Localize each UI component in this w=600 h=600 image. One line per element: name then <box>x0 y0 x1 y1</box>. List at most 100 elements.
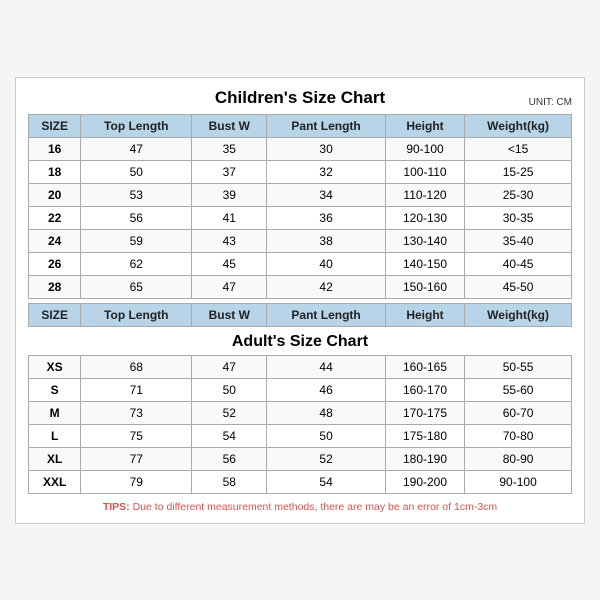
adult-title-row: Adult's Size Chart <box>29 326 572 355</box>
adult-col-top-length: Top Length <box>81 303 192 326</box>
table-cell: 45-50 <box>465 275 572 298</box>
table-cell: 15-25 <box>465 160 572 183</box>
table-cell: 47 <box>192 275 267 298</box>
children-table: SIZE Top Length Bust W Pant Length Heigh… <box>28 114 572 299</box>
table-cell: 190-200 <box>385 470 464 493</box>
table-row: M735248170-17560-70 <box>29 401 572 424</box>
table-cell: 170-175 <box>385 401 464 424</box>
table-cell: 50 <box>81 160 192 183</box>
table-cell: 47 <box>192 355 267 378</box>
table-cell: 100-110 <box>385 160 464 183</box>
table-cell: 80-90 <box>465 447 572 470</box>
table-cell: 77 <box>81 447 192 470</box>
table-cell: 24 <box>29 229 81 252</box>
adult-col-pant-length: Pant Length <box>267 303 386 326</box>
table-cell: 52 <box>267 447 386 470</box>
table-cell: 25-30 <box>465 183 572 206</box>
table-cell: 48 <box>267 401 386 424</box>
table-cell: 30 <box>267 137 386 160</box>
children-col-pant-length: Pant Length <box>267 114 386 137</box>
table-row: XL775652180-19080-90 <box>29 447 572 470</box>
table-cell: 56 <box>81 206 192 229</box>
table-cell: 71 <box>81 378 192 401</box>
table-row: L755450175-18070-80 <box>29 424 572 447</box>
adult-col-bust: Bust W <box>192 303 267 326</box>
children-col-size: SIZE <box>29 114 81 137</box>
tips-label: TIPS: <box>103 501 130 513</box>
table-cell: 39 <box>192 183 267 206</box>
table-cell: 175-180 <box>385 424 464 447</box>
table-cell: 44 <box>267 355 386 378</box>
adult-table: Adult's Size Chart SIZE Top Length Bust … <box>28 303 572 494</box>
table-cell: 46 <box>267 378 386 401</box>
adult-col-size: SIZE <box>29 303 81 326</box>
table-cell: 53 <box>81 183 192 206</box>
table-cell: 50 <box>192 378 267 401</box>
table-cell: 30-35 <box>465 206 572 229</box>
table-cell: M <box>29 401 81 424</box>
table-row: 20533934110-12025-30 <box>29 183 572 206</box>
table-cell: 62 <box>81 252 192 275</box>
table-cell: S <box>29 378 81 401</box>
table-row: 26624540140-15040-45 <box>29 252 572 275</box>
table-row: XXL795854190-20090-100 <box>29 470 572 493</box>
table-cell: 38 <box>267 229 386 252</box>
table-cell: 20 <box>29 183 81 206</box>
table-cell: 70-80 <box>465 424 572 447</box>
table-row: 1647353090-100<15 <box>29 137 572 160</box>
table-cell: 47 <box>81 137 192 160</box>
children-col-top-length: Top Length <box>81 114 192 137</box>
table-cell: 130-140 <box>385 229 464 252</box>
table-cell: 36 <box>267 206 386 229</box>
table-cell: 26 <box>29 252 81 275</box>
table-cell: XS <box>29 355 81 378</box>
table-cell: 140-150 <box>385 252 464 275</box>
table-cell: 37 <box>192 160 267 183</box>
table-cell: 42 <box>267 275 386 298</box>
table-row: 22564136120-13030-35 <box>29 206 572 229</box>
table-cell: 56 <box>192 447 267 470</box>
chart-container: Children's Size Chart UNIT: CM SIZE Top … <box>15 77 585 524</box>
table-cell: L <box>29 424 81 447</box>
table-cell: 35-40 <box>465 229 572 252</box>
table-cell: 35 <box>192 137 267 160</box>
children-table-header: SIZE Top Length Bust W Pant Length Heigh… <box>29 114 572 137</box>
table-cell: 16 <box>29 137 81 160</box>
table-cell: 90-100 <box>465 470 572 493</box>
table-cell: 28 <box>29 275 81 298</box>
tips-row: TIPS: Due to different measurement metho… <box>28 501 572 513</box>
table-row: XS684744160-16550-55 <box>29 355 572 378</box>
table-row: 28654742150-16045-50 <box>29 275 572 298</box>
table-cell: 59 <box>81 229 192 252</box>
table-cell: 60-70 <box>465 401 572 424</box>
table-cell: 65 <box>81 275 192 298</box>
table-cell: 110-120 <box>385 183 464 206</box>
table-cell: <15 <box>465 137 572 160</box>
table-cell: 41 <box>192 206 267 229</box>
table-cell: 73 <box>81 401 192 424</box>
table-cell: 45 <box>192 252 267 275</box>
table-cell: 50-55 <box>465 355 572 378</box>
table-cell: 40-45 <box>465 252 572 275</box>
table-cell: 50 <box>267 424 386 447</box>
table-row: S715046160-17055-60 <box>29 378 572 401</box>
children-table-body: 1647353090-100<1518503732100-11015-25205… <box>29 137 572 298</box>
table-cell: 150-160 <box>385 275 464 298</box>
table-row: 18503732100-11015-25 <box>29 160 572 183</box>
table-cell: 120-130 <box>385 206 464 229</box>
table-cell: 58 <box>192 470 267 493</box>
adult-title-cell: Adult's Size Chart <box>29 326 572 355</box>
adult-table-body: XS684744160-16550-55S715046160-17055-60M… <box>29 355 572 493</box>
table-cell: 79 <box>81 470 192 493</box>
table-cell: 55-60 <box>465 378 572 401</box>
table-row: 24594338130-14035-40 <box>29 229 572 252</box>
table-cell: 40 <box>267 252 386 275</box>
table-cell: XXL <box>29 470 81 493</box>
unit-label: UNIT: CM <box>529 97 572 108</box>
table-cell: 34 <box>267 183 386 206</box>
table-cell: 54 <box>192 424 267 447</box>
table-cell: 90-100 <box>385 137 464 160</box>
children-col-height: Height <box>385 114 464 137</box>
children-col-weight: Weight(kg) <box>465 114 572 137</box>
table-cell: 75 <box>81 424 192 447</box>
